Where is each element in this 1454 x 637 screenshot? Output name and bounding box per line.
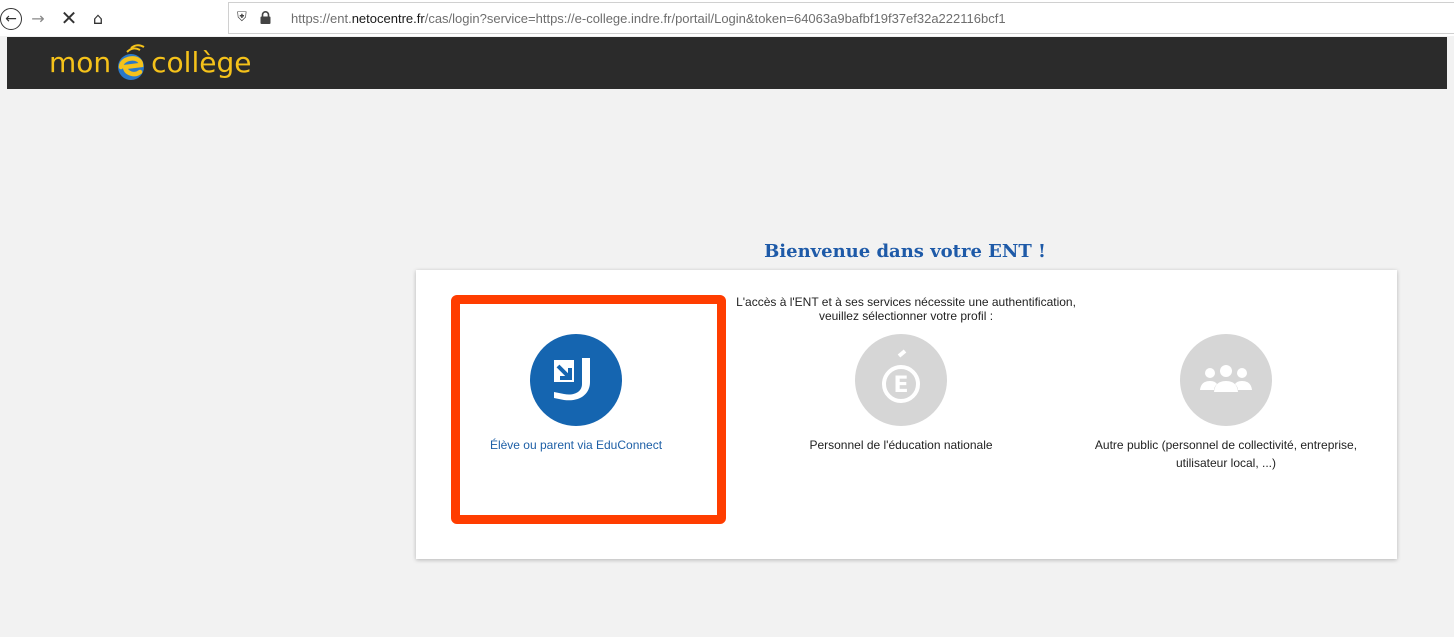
mon-ecollege-logo[interactable]: mon collège: [49, 43, 251, 83]
url-text[interactable]: https://ent.netocentre.fr/cas/login?serv…: [291, 11, 1006, 26]
url-prefix: https://ent.: [291, 11, 352, 26]
page-title: Bienvenue dans votre ENT !: [764, 241, 1046, 262]
forward-arrow-icon[interactable]: →: [26, 6, 50, 30]
logo-text-mon: mon: [49, 46, 112, 79]
group-icon[interactable]: [1180, 334, 1272, 426]
lock-icon[interactable]: [260, 11, 271, 24]
stop-loading-icon[interactable]: ✕: [57, 6, 81, 30]
profile-educonnect[interactable]: Élève ou parent via EduConnect: [456, 334, 696, 454]
url-domain: netocentre.fr: [351, 11, 425, 26]
shield-icon[interactable]: ⛨: [237, 10, 251, 26]
intro-line-1: L'accès à l'ENT et à ses services nécess…: [736, 295, 1076, 309]
profile-label-autre-public[interactable]: Autre public (personnel de collectivité,…: [1056, 436, 1396, 472]
profile-label-autre-public-line-2[interactable]: utilisateur local, ...): [1056, 454, 1396, 472]
back-arrow-icon[interactable]: ←: [0, 8, 22, 30]
intro-line-2: veuillez sélectionner votre profil :: [818, 309, 994, 323]
education-nationale-icon[interactable]: E: [855, 334, 947, 426]
site-header: mon collège: [7, 37, 1447, 89]
logo-text-college: collège: [151, 46, 252, 79]
profile-autre-public[interactable]: Autre public (personnel de collectivité,…: [1056, 334, 1396, 472]
intro-text: L'accès à l'ENT et à ses services nécess…: [716, 295, 1096, 323]
browser-toolbar: ← → ✕ ⌂ ⛨ https://ent.netocentre.fr/cas/…: [0, 0, 1454, 36]
home-icon[interactable]: ⌂: [86, 6, 110, 30]
profile-education-nationale[interactable]: E Personnel de l'éducation nationale: [776, 334, 1026, 454]
login-panel: L'accès à l'ENT et à ses services nécess…: [416, 270, 1397, 559]
profile-label-autre-public-line-1[interactable]: Autre public (personnel de collectivité,…: [1056, 436, 1396, 454]
educonnect-icon[interactable]: [530, 334, 622, 426]
url-path: /cas/login?service=https://e-college.ind…: [424, 11, 1006, 26]
e-logo-icon: [118, 44, 145, 80]
svg-text:E: E: [893, 373, 908, 398]
address-bar[interactable]: ⛨ https://ent.netocentre.fr/cas/login?se…: [228, 2, 1454, 34]
profile-label-education-nationale[interactable]: Personnel de l'éducation nationale: [776, 436, 1026, 454]
profile-label-educonnect[interactable]: Élève ou parent via EduConnect: [456, 436, 696, 454]
